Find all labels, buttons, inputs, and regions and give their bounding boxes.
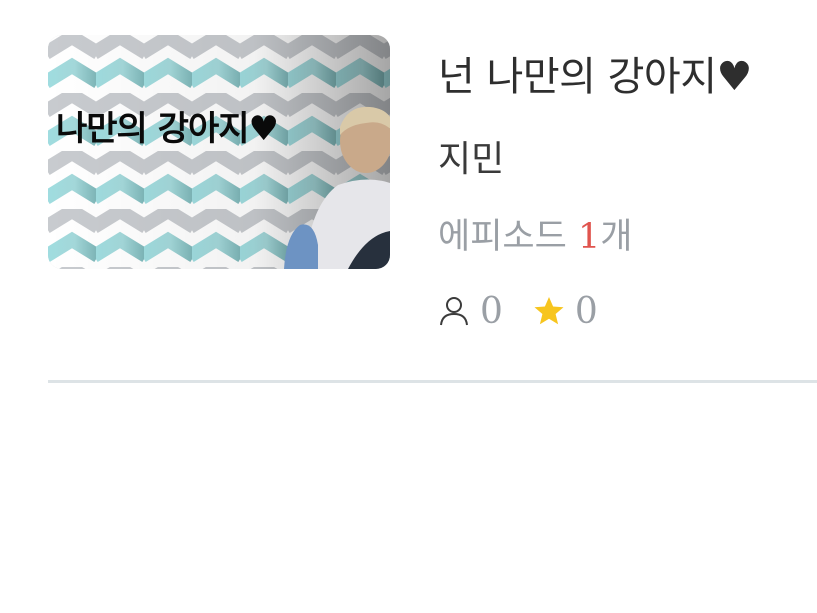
stars-count: 0 xyxy=(574,290,598,332)
person-icon xyxy=(438,295,470,327)
story-author[interactable]: 지민 xyxy=(438,130,504,182)
thumbnail-background xyxy=(48,35,390,269)
story-card[interactable]: 나만의 강아지♥ 넌 나만의 강아지♥ 지민 에피소드 1개 0 0 xyxy=(0,0,817,384)
story-stats: 0 0 xyxy=(438,286,598,336)
story-thumbnail[interactable]: 나만의 강아지♥ xyxy=(48,35,390,269)
views-count: 0 xyxy=(480,290,503,332)
episode-count-label: 에피소드 1개 xyxy=(438,208,632,259)
star-icon xyxy=(533,295,565,327)
thumbnail-caption: 나만의 강아지♥ xyxy=(56,109,279,149)
story-title[interactable]: 넌 나만의 강아지♥ xyxy=(438,44,752,102)
episode-count: 1 xyxy=(577,217,601,257)
divider xyxy=(48,380,817,383)
episode-suffix: 개 xyxy=(600,217,633,257)
episode-prefix: 에피소드 xyxy=(438,217,578,257)
